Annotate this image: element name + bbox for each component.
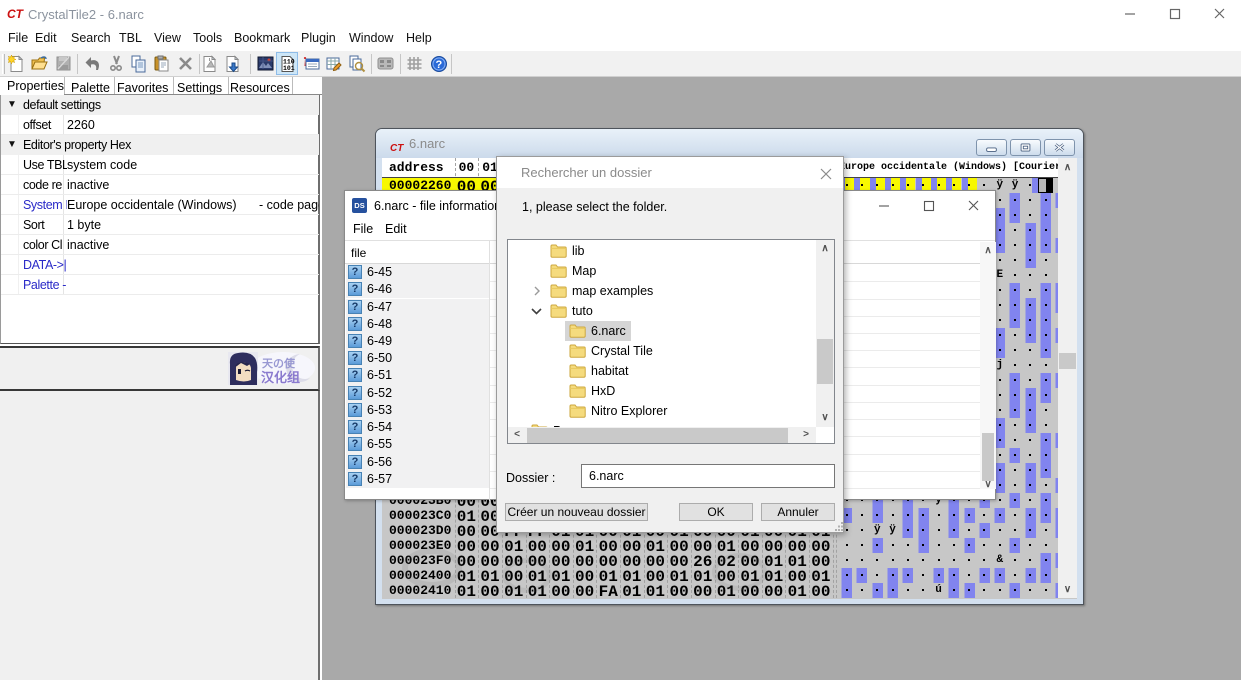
svg-text:CT: CT xyxy=(7,8,24,19)
svg-text:汉化组: 汉化组 xyxy=(261,370,300,385)
svg-text:天の使: 天の使 xyxy=(262,356,296,370)
svg-text:?: ? xyxy=(436,59,443,71)
svg-text:101: 101 xyxy=(283,65,295,72)
svg-text:CT: CT xyxy=(390,143,404,152)
